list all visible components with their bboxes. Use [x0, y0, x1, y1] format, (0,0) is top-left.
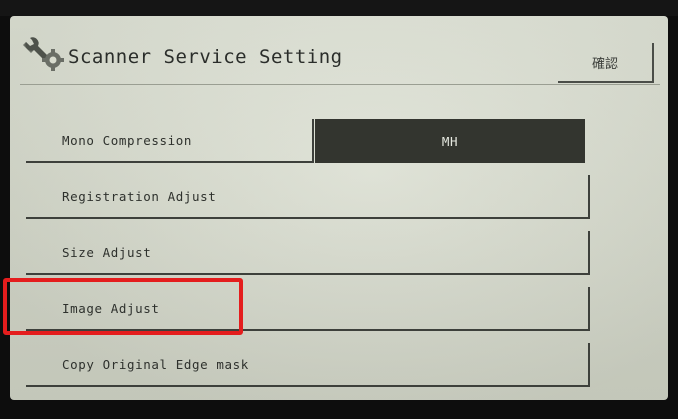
mono-compression-value[interactable]: MH	[315, 119, 585, 163]
mono-compression-button[interactable]: Mono Compression	[26, 119, 314, 163]
row-label: Mono Compression	[62, 132, 193, 148]
copy-original-edge-mask-button[interactable]: Copy Original Edge mask	[26, 343, 590, 387]
row-label: Registration Adjust	[62, 188, 217, 204]
image-adjust-button[interactable]: Image Adjust	[26, 287, 590, 331]
page-title: Scanner Service Setting	[68, 46, 343, 68]
header-divider	[20, 84, 660, 85]
row-label: Image Adjust	[62, 300, 160, 316]
row-label: Copy Original Edge mask	[62, 356, 249, 372]
touch-screen: Scanner Service Setting 確認 Mono Compress…	[10, 16, 668, 400]
wrench-gear-icon	[23, 37, 64, 71]
row-label: Size Adjust	[62, 244, 152, 260]
size-adjust-button[interactable]: Size Adjust	[26, 231, 590, 275]
registration-adjust-button[interactable]: Registration Adjust	[26, 175, 590, 219]
device-bezel	[0, 0, 678, 16]
confirm-button[interactable]: 確認	[558, 43, 654, 83]
